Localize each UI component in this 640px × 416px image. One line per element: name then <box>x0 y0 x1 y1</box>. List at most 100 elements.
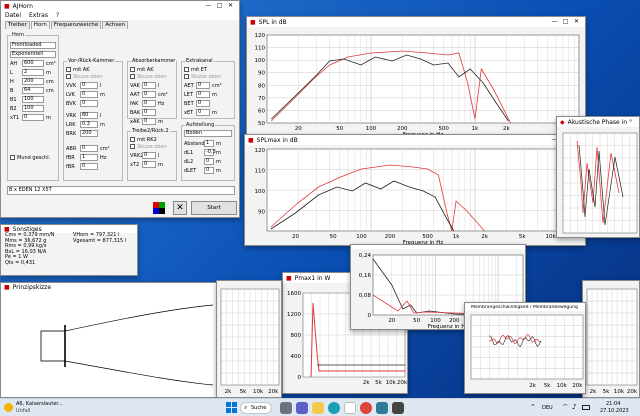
spl-minimize-icon[interactable]: — <box>549 17 560 27</box>
treibe-row: xT2 0 m <box>130 161 163 168</box>
weather-icon[interactable] <box>4 403 13 412</box>
aufstellung-field-input[interactable]: 0 <box>204 158 214 165</box>
horn-field-input[interactable]: 600 <box>22 60 44 67</box>
chrome-icon[interactable] <box>360 402 372 414</box>
extra-row: LET 0 m <box>184 91 217 98</box>
horn-field-input[interactable]: 64 <box>22 87 44 94</box>
treibe2-rk2-checkbox[interactable] <box>130 137 135 142</box>
vor-field-input[interactable]: 0 <box>80 163 98 170</box>
battery-icon[interactable] <box>582 405 590 410</box>
aufstellung-field-input[interactable]: 0 <box>204 167 214 174</box>
horn-field-input[interactable]: 100 <box>22 105 44 112</box>
membranv-x-tick-label: 5k <box>544 383 551 389</box>
absorber-sketch-checkbox[interactable] <box>130 74 135 79</box>
horn-field-input[interactable]: 100 <box>22 96 44 103</box>
vor-ak-checkbox[interactable] <box>66 67 71 72</box>
clock-date[interactable]: 27.10.2023 <box>600 408 629 414</box>
extra-field-label: LET <box>184 91 193 98</box>
store-icon[interactable] <box>376 402 388 414</box>
horn-field-input[interactable]: 200 <box>22 78 44 85</box>
splmax-title: SPLmax in dB <box>256 136 298 144</box>
volume-icon[interactable]: ♪ <box>572 403 576 411</box>
tab-treiber[interactable]: Treiber <box>5 21 30 29</box>
horn-flare-select[interactable]: Exponentiell <box>10 51 56 58</box>
absorb-field-input[interactable]: 0 <box>142 109 156 116</box>
pmax-x-tick-label: 10k <box>386 380 397 386</box>
minimize-icon[interactable]: — <box>203 1 214 11</box>
spl-x-tick-label: 100 <box>366 126 377 132</box>
task-view-icon[interactable] <box>280 402 292 414</box>
splmax-y-tick-label: 90 <box>258 210 265 216</box>
chat-icon[interactable] <box>296 402 308 414</box>
extra-field-input[interactable]: 0 <box>196 109 210 116</box>
vor-row: ABR 0 cm² <box>66 145 110 152</box>
treibe-field-input[interactable]: 0 <box>142 161 156 168</box>
language-indicator[interactable]: DEU <box>542 405 553 411</box>
tab-achsen[interactable]: Achsen <box>102 21 129 29</box>
absorb-field-input[interactable]: 0 <box>142 82 156 89</box>
start-button[interactable]: Start <box>191 201 237 215</box>
absorb-field-input[interactable]: 0 <box>142 91 156 98</box>
close-icon[interactable]: ✕ <box>225 1 236 11</box>
tab-horn[interactable]: Horn <box>30 21 50 29</box>
absorb-field-input[interactable]: 0 <box>142 118 156 125</box>
horn-type-select[interactable]: Frontloaded <box>10 42 56 49</box>
vor-field-input[interactable]: 80 <box>80 112 98 119</box>
treibe-field-unit: m <box>158 161 163 168</box>
ajhorn-taskbar-icon[interactable] <box>344 402 356 414</box>
app-icon-extra[interactable] <box>392 402 404 414</box>
spl-maximize-icon[interactable]: □ <box>560 17 571 27</box>
vor-field-label: VVK <box>66 82 77 89</box>
spl-close-icon[interactable]: ✕ <box>571 17 582 27</box>
menu-datei[interactable]: Datei <box>5 12 21 19</box>
maximize-icon[interactable]: □ <box>214 1 225 11</box>
extra-sketch-checkbox[interactable] <box>184 74 189 79</box>
menu-help[interactable]: ? <box>56 12 59 19</box>
edge-icon[interactable] <box>328 402 340 414</box>
small2-x-tick-label: 5k <box>603 389 610 395</box>
vor-field-input[interactable]: 1 <box>80 154 98 161</box>
mouth-closed-checkbox[interactable] <box>10 155 15 160</box>
treibe-field-input[interactable]: 0 <box>142 152 156 159</box>
vor-field-input[interactable]: 0 <box>80 145 98 152</box>
aufstellung-field-unit: m <box>216 149 221 156</box>
vor-sketch-checkbox[interactable] <box>66 74 71 79</box>
vor-field-input[interactable]: 200 <box>80 130 98 137</box>
weather-line2[interactable]: Unfall <box>16 408 30 414</box>
tab-frequenzweiche[interactable]: Frequenzweiche <box>50 21 102 29</box>
extra-et-checkbox[interactable] <box>184 67 189 72</box>
clear-button[interactable]: ✕ <box>173 201 187 215</box>
extra-field-input[interactable]: 0 <box>196 100 210 107</box>
absorber-ak-label: mit AK <box>137 66 154 73</box>
weather-line1[interactable]: A6, Kaiserslauter... <box>16 401 63 407</box>
vor-field-input[interactable]: 0 <box>80 91 98 98</box>
horn-field-input[interactable]: 2 <box>22 69 44 76</box>
vor-row: LVK 0 m <box>66 91 105 98</box>
treibe2-sketch-checkbox[interactable] <box>130 144 135 149</box>
vor-sketch-label: Skizze oben <box>73 73 103 80</box>
aufstellung-field-input[interactable]: -0,3 <box>204 149 216 156</box>
clock-time[interactable]: 21:04 <box>606 401 620 407</box>
spl-window: ■ SPL in dB — □ ✕ 120 110 100 90 80 70 60 50 20 5… <box>246 16 586 138</box>
absorb-field-input[interactable]: 0 <box>142 100 156 107</box>
menu-extras[interactable]: Extras <box>29 12 48 19</box>
horn-field-input[interactable]: 0 <box>22 114 44 121</box>
color-swatch-black[interactable] <box>159 208 165 214</box>
absorber-ak-checkbox[interactable] <box>130 67 135 72</box>
wifi-icon[interactable]: ⌔ <box>562 403 569 412</box>
aufstellung-field-label: Abstand <box>184 140 205 147</box>
vor-field-input[interactable]: 0 <box>80 100 98 107</box>
taskbar-search[interactable]: ⌕ Suche <box>240 402 272 414</box>
extra-field-input[interactable]: 0 <box>196 91 210 98</box>
start-menu-icon[interactable] <box>226 402 237 413</box>
treibe2-sketch-label: Skizze oben <box>137 143 167 150</box>
file-explorer-icon[interactable] <box>312 402 324 414</box>
aufstellung-select[interactable]: Boden <box>184 130 232 137</box>
vor-field-input[interactable]: 0 <box>80 82 98 89</box>
tray-chevron-icon[interactable]: ⌃ <box>530 403 536 411</box>
extra-field-input[interactable]: 0 <box>196 82 210 89</box>
vor-field-input[interactable]: 0.3 <box>80 121 98 128</box>
aufstellung-field-input[interactable]: 1 <box>204 140 214 147</box>
driver-notes-field[interactable]: B x EDEN 12 X5T <box>7 186 235 195</box>
absorb-field-label: xAK <box>130 118 140 125</box>
